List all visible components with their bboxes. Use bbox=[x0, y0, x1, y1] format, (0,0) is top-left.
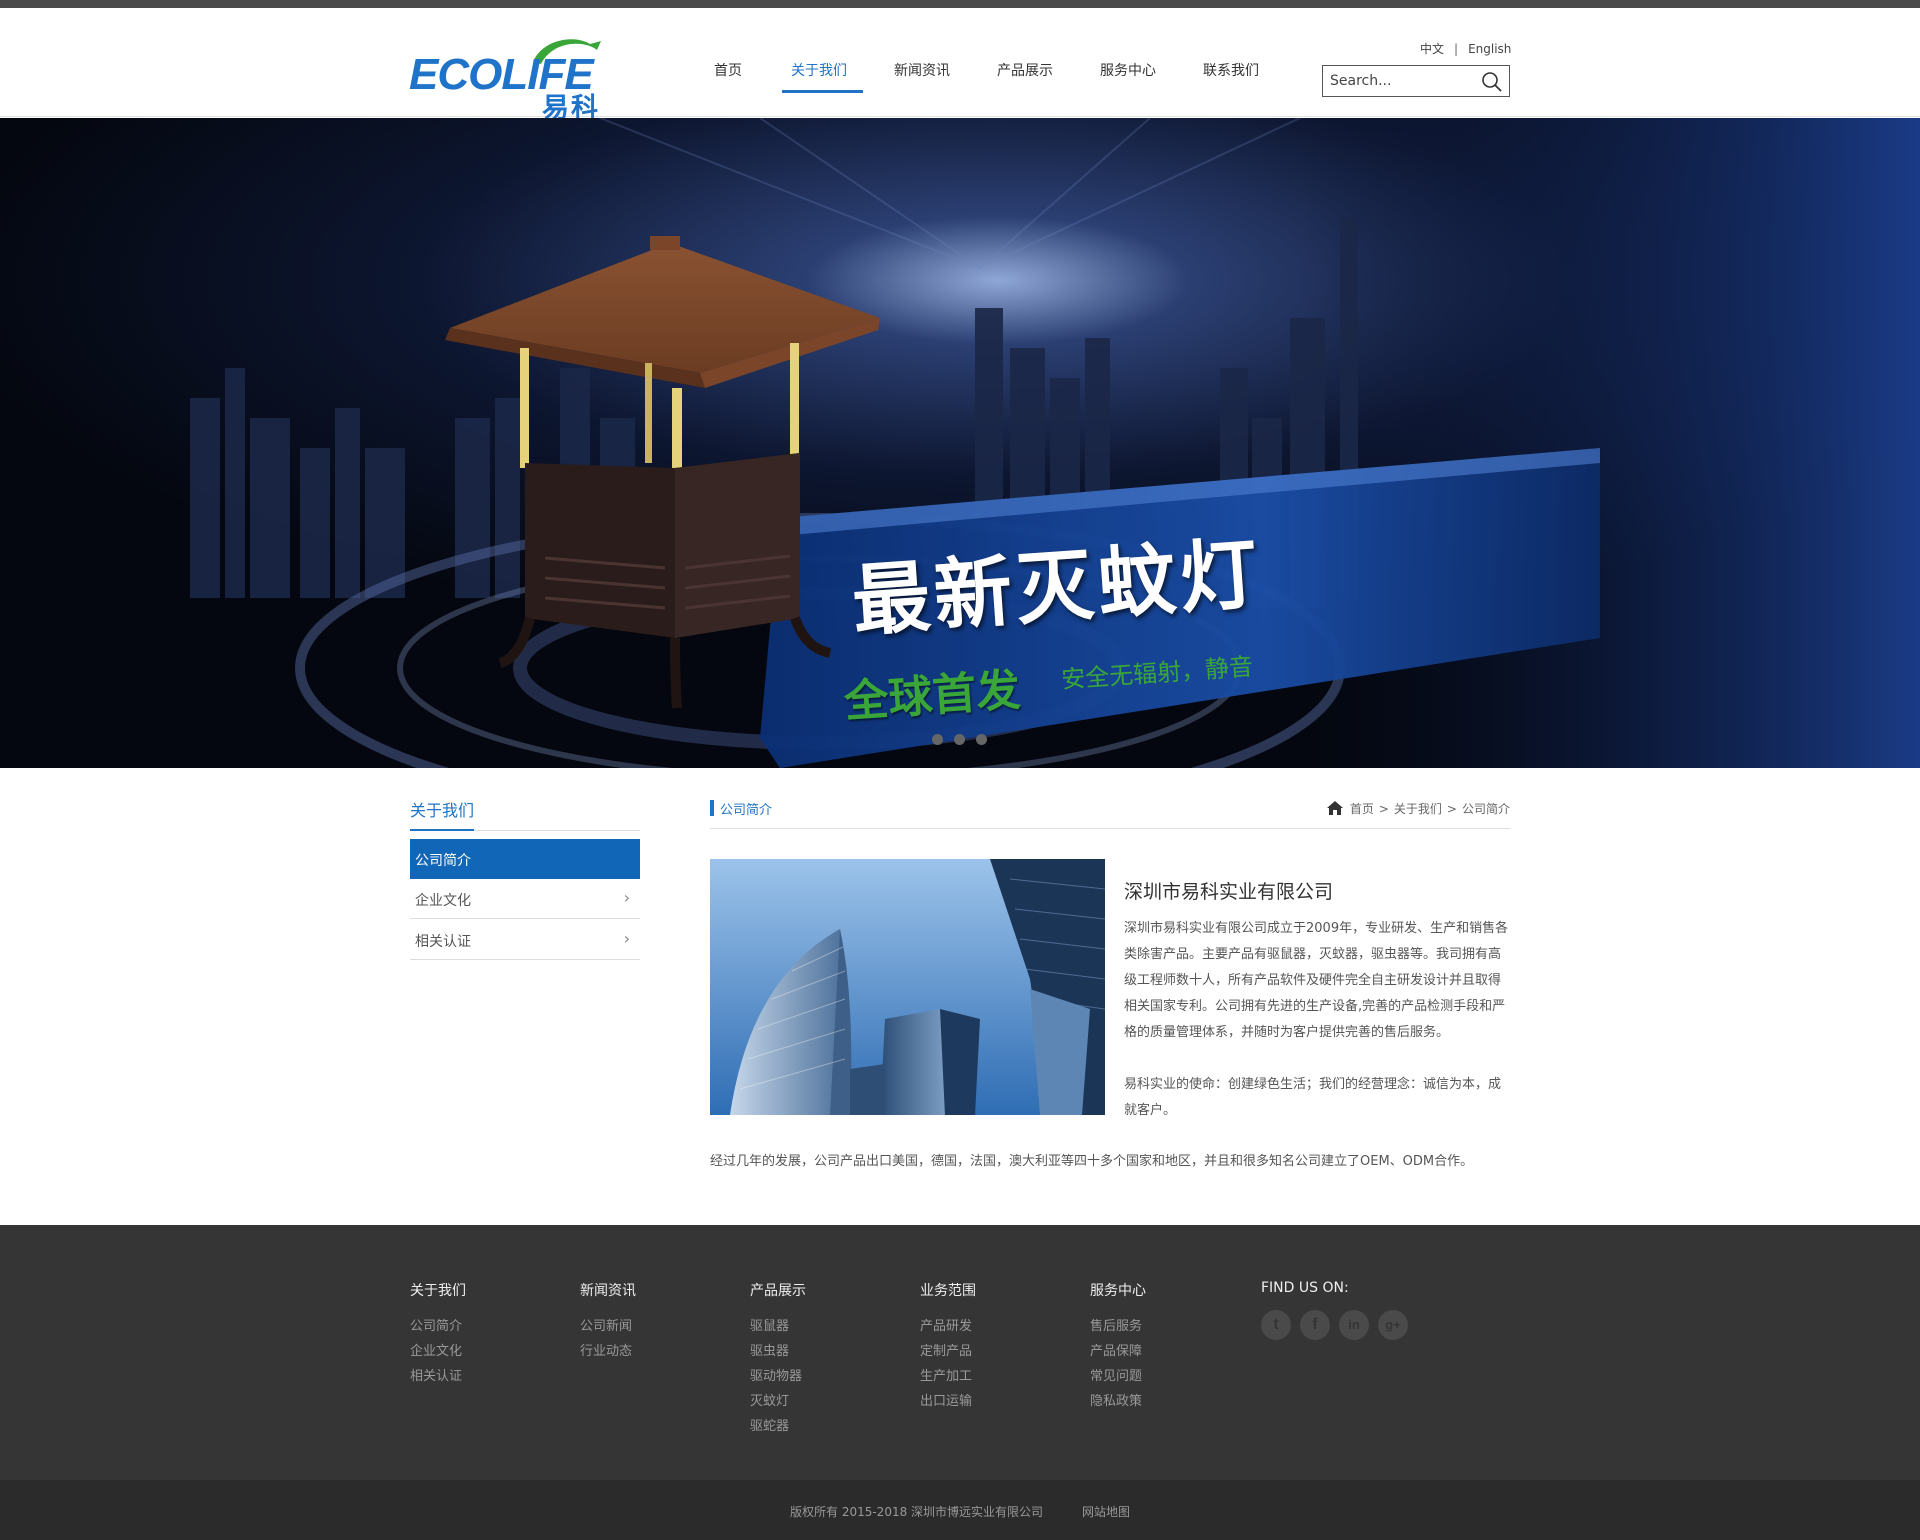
footer-column-title: 关于我们 bbox=[410, 1283, 466, 1299]
sidebar-item-label: 企业文化 bbox=[415, 893, 471, 909]
nav-contact[interactable]: 联系我们 bbox=[1203, 60, 1259, 80]
nav-service[interactable]: 服务中心 bbox=[1100, 60, 1156, 80]
slider-dot[interactable] bbox=[954, 734, 965, 745]
footer-link[interactable]: 售后服务 bbox=[1090, 1314, 1146, 1339]
footer-link[interactable]: 定制产品 bbox=[920, 1339, 976, 1364]
company-development-paragraph: 经过几年的发展，公司产品出口美国，德国，法国，澳大利亚等四十多个国家和地区，并且… bbox=[710, 1154, 1474, 1169]
language-switch: 中文 | English bbox=[1420, 40, 1511, 57]
slider-dot[interactable] bbox=[932, 734, 943, 745]
lang-cn-link[interactable]: 中文 bbox=[1420, 42, 1444, 56]
breadcrumb-home[interactable]: 首页 bbox=[1350, 802, 1374, 816]
company-name-heading: 深圳市易科实业有限公司 bbox=[1124, 881, 1334, 903]
footer-link[interactable]: 生产加工 bbox=[920, 1364, 976, 1389]
linkedin-icon[interactable]: in bbox=[1339, 1310, 1369, 1340]
footer-link[interactable]: 驱蛇器 bbox=[750, 1414, 806, 1439]
sidebar-item-label: 公司简介 bbox=[415, 853, 471, 869]
nav-about[interactable]: 关于我们 bbox=[791, 60, 847, 80]
footer-link[interactable]: 企业文化 bbox=[410, 1339, 466, 1364]
chevron-right-icon: › bbox=[623, 929, 630, 948]
sidebar-divider-accent bbox=[410, 829, 474, 831]
nav-active-underline bbox=[782, 90, 863, 93]
nav-news[interactable]: 新闻资讯 bbox=[894, 60, 950, 80]
footer-link[interactable]: 常见问题 bbox=[1090, 1364, 1146, 1389]
footer-link[interactable]: 相关认证 bbox=[410, 1364, 466, 1389]
sitemap-link[interactable]: 网站地图 bbox=[1082, 1503, 1130, 1520]
breadcrumb-about[interactable]: 关于我们 bbox=[1394, 802, 1442, 816]
footer-link[interactable]: 灭蚊灯 bbox=[750, 1389, 806, 1414]
footer-link[interactable]: 驱鼠器 bbox=[750, 1314, 806, 1339]
top-strip bbox=[0, 0, 1920, 8]
footer-column-title: 业务范围 bbox=[920, 1283, 976, 1299]
footer-link[interactable]: 出口运输 bbox=[920, 1389, 976, 1414]
footer-link[interactable]: 产品保障 bbox=[1090, 1339, 1146, 1364]
breadcrumb-separator: > bbox=[1446, 802, 1457, 816]
hero-banner[interactable]: 最新灭蚊灯 全球首发 安全无辐射，静音 bbox=[0, 118, 1920, 768]
footer-column-service: 服务中心 售后服务 产品保障 常见问题 隐私政策 bbox=[1090, 1280, 1146, 1414]
footer-column-news: 新闻资讯 公司新闻 行业动态 bbox=[580, 1280, 636, 1364]
footer-link[interactable]: 隐私政策 bbox=[1090, 1389, 1146, 1414]
search-icon[interactable] bbox=[1481, 71, 1503, 93]
banner-subheadline: 全球首发 bbox=[842, 664, 1022, 728]
sidebar-item-company-profile[interactable]: 公司简介 bbox=[410, 839, 640, 879]
sidebar-title: 关于我们 bbox=[410, 801, 475, 820]
footer-column-products: 产品展示 驱鼠器 驱虫器 驱动物器 灭蚊灯 驱蛇器 bbox=[750, 1280, 806, 1439]
home-icon[interactable] bbox=[1326, 800, 1344, 816]
company-mission-paragraph: 易科实业的使命：创建绿色生活；我们的经营理念：诚信为本，成就客户。 bbox=[1124, 1077, 1502, 1118]
find-us-title: FIND US ON: bbox=[1261, 1280, 1349, 1296]
nav-home[interactable]: 首页 bbox=[714, 60, 742, 80]
footer-column-social: FIND US ON: bbox=[1261, 1280, 1349, 1310]
footer-column-title: 新闻资讯 bbox=[580, 1283, 636, 1299]
footer-link[interactable]: 公司简介 bbox=[410, 1314, 466, 1339]
company-intro-paragraph: 深圳市易科实业有限公司成立于2009年，专业研发、生产和销售各类除害产品。主要产… bbox=[1124, 921, 1509, 1040]
facebook-icon[interactable]: f bbox=[1300, 1310, 1330, 1340]
company-building-photo bbox=[710, 859, 1105, 1115]
breadcrumb-separator: > bbox=[1378, 802, 1389, 816]
lang-separator: | bbox=[1454, 42, 1459, 56]
slider-dot[interactable] bbox=[976, 734, 987, 745]
site-header: ECOLIFE 易科 中文 | English bbox=[0, 8, 1920, 124]
sidebar-item-culture[interactable]: 企业文化 › bbox=[410, 879, 640, 919]
search-box bbox=[1322, 65, 1510, 97]
breadcrumb: 首页 > 关于我们 > 公司简介 bbox=[1326, 800, 1510, 817]
footer-link[interactable]: 公司新闻 bbox=[580, 1314, 636, 1339]
section-title-marker bbox=[710, 800, 714, 816]
googleplus-icon[interactable]: g+ bbox=[1378, 1310, 1408, 1340]
footer-link[interactable]: 行业动态 bbox=[580, 1339, 636, 1364]
chevron-right-icon: › bbox=[623, 888, 630, 907]
lang-en-link[interactable]: English bbox=[1468, 42, 1511, 56]
breadcrumb-current: 公司简介 bbox=[1461, 802, 1510, 816]
search-input[interactable] bbox=[1323, 66, 1473, 96]
nav-products[interactable]: 产品展示 bbox=[997, 60, 1053, 80]
sidebar-item-label: 相关认证 bbox=[415, 934, 471, 950]
footer-column-title: 产品展示 bbox=[750, 1283, 806, 1299]
footer-column-about: 关于我们 公司简介 企业文化 相关认证 bbox=[410, 1280, 466, 1389]
section-divider bbox=[710, 828, 1510, 829]
footer-link[interactable]: 产品研发 bbox=[920, 1314, 976, 1339]
footer-column-title: 服务中心 bbox=[1090, 1283, 1146, 1299]
twitter-icon[interactable]: t bbox=[1261, 1310, 1291, 1340]
footer-link[interactable]: 驱虫器 bbox=[750, 1339, 806, 1364]
sidebar-item-certification[interactable]: 相关认证 › bbox=[410, 920, 640, 960]
footer-link[interactable]: 驱动物器 bbox=[750, 1364, 806, 1389]
section-title: 公司简介 bbox=[720, 803, 773, 818]
copyright-text: 版权所有 2015-2018 深圳市博远实业有限公司 bbox=[790, 1505, 1044, 1519]
ecolife-logo[interactable]: ECOLIFE 易科 bbox=[409, 28, 639, 124]
footer-column-business: 业务范围 产品研发 定制产品 生产加工 出口运输 bbox=[920, 1280, 976, 1414]
